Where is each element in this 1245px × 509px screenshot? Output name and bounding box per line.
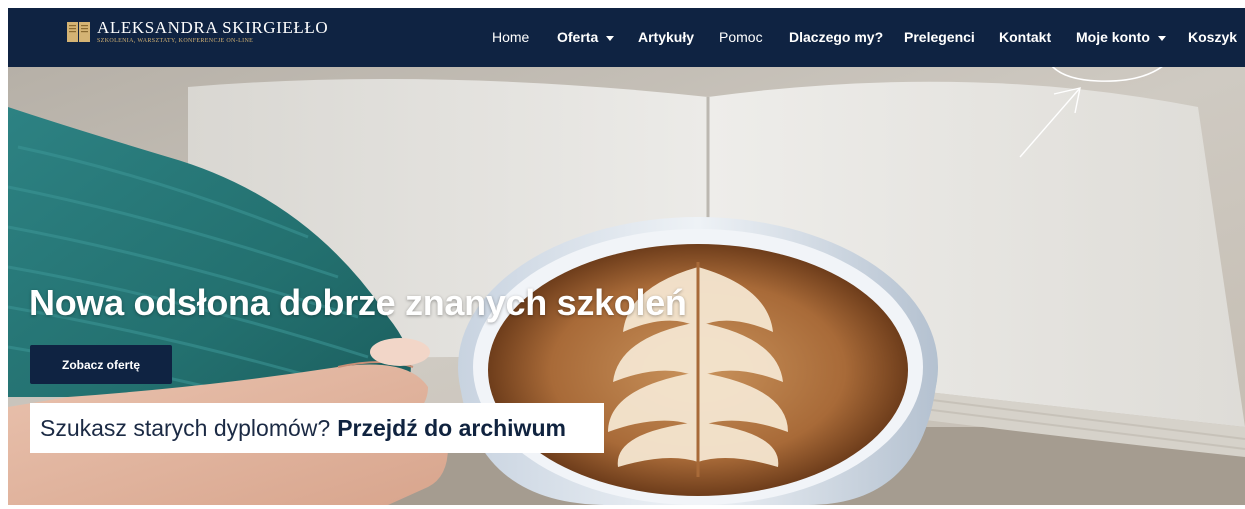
archive-link[interactable]: Przejdź do archiwum [337, 415, 566, 442]
nav-cart[interactable]: Koszyk [1188, 27, 1237, 47]
brand-tagline: SZKOLENIA, WARSZTATY, KONFERENCJE ON-LIN… [97, 38, 254, 44]
nav-account-label: Moje konto [1076, 29, 1150, 45]
caret-down-icon [606, 35, 615, 41]
nav-speakers[interactable]: Prelegenci [904, 27, 975, 47]
nav-offer-label: Oferta [557, 29, 599, 45]
nav-why-us[interactable]: Dlaczego my? [789, 27, 883, 47]
see-offer-button[interactable]: Zobacz ofertę [30, 345, 172, 384]
page-frame: ALEKSANDRA SKIRGIEŁŁO SZKOLENIA, WARSZTA… [8, 8, 1245, 505]
brand-logo[interactable]: ALEKSANDRA SKIRGIEŁŁO SZKOLENIA, WARSZTA… [66, 19, 328, 45]
nav-offer[interactable]: Oferta [557, 27, 615, 47]
archive-banner: Szukasz starych dyplomów? Przejdź do arc… [30, 403, 604, 453]
hero-section: Nowa odsłona dobrze znanych szkoleń Zoba… [8, 67, 1245, 505]
nav-articles[interactable]: Artykuły [638, 27, 694, 47]
nav-contact[interactable]: Kontakt [999, 27, 1051, 47]
open-book-icon [67, 21, 90, 43]
top-navbar: ALEKSANDRA SKIRGIEŁŁO SZKOLENIA, WARSZTA… [8, 8, 1245, 67]
caret-down-icon [1157, 35, 1166, 41]
nav-home[interactable]: Home [492, 27, 529, 47]
brand-name: ALEKSANDRA SKIRGIEŁŁO [97, 18, 329, 37]
nav-account[interactable]: Moje konto [1076, 27, 1166, 47]
archive-prompt: Szukasz starych dyplomów? [40, 414, 331, 441]
nav-help[interactable]: Pomoc [719, 27, 763, 47]
hero-title: Nowa odsłona dobrze znanych szkoleń [29, 282, 687, 323]
